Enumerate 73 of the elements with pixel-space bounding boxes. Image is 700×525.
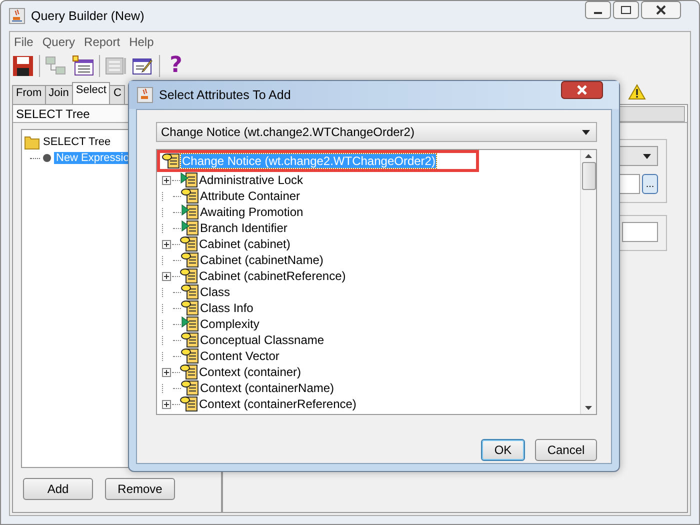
dialog-button[interactable]: OK	[481, 439, 525, 461]
expand-icon[interactable]	[162, 368, 171, 376]
attribute-icon	[180, 364, 198, 380]
tree-item[interactable]: Context (container)	[198, 365, 302, 379]
attribute-icon	[181, 300, 199, 316]
scroll-thumb[interactable]	[582, 162, 596, 190]
panel-button[interactable]: Add	[23, 478, 93, 500]
flagged-attribute-icon	[180, 172, 198, 188]
attribute-icon	[180, 236, 198, 252]
form-icon[interactable]	[72, 55, 94, 77]
dot-icon	[43, 154, 51, 162]
help-icon[interactable]: ?	[165, 55, 187, 77]
window-title: Query Builder (New)	[31, 9, 144, 23]
tree-item[interactable]: Content Vector	[199, 349, 280, 363]
tree-item[interactable]: Conceptual Classname	[199, 333, 326, 347]
tab[interactable]: Join	[44, 85, 73, 104]
tree-item[interactable]: Context (containerReference)	[198, 397, 358, 411]
tab[interactable]: C	[109, 85, 126, 104]
tree-item[interactable]: Cabinet (cabinetName)	[199, 253, 324, 267]
menu-item[interactable]: Query	[42, 35, 76, 49]
caret-icon	[643, 154, 651, 158]
attribute-icon	[181, 252, 199, 268]
attribute-icon	[181, 380, 199, 396]
tree-item[interactable]: Attribute Container	[199, 189, 302, 203]
scroll-down-icon[interactable]	[585, 406, 592, 410]
folder-icon	[24, 134, 40, 150]
close-icon[interactable]	[641, 1, 681, 19]
close-icon[interactable]	[561, 81, 603, 99]
cup-icon	[137, 87, 153, 103]
attribute-icon	[180, 396, 198, 412]
scroll-up-icon[interactable]	[585, 154, 592, 158]
menu-item[interactable]: File	[14, 35, 34, 49]
flagged-attribute-icon	[181, 316, 199, 332]
attribute-icon	[162, 153, 180, 169]
tree-item[interactable]: Class Info	[199, 301, 254, 315]
expand-icon[interactable]	[162, 272, 171, 280]
class-dropdown[interactable]: Change Notice (wt.change2.WTChangeOrder2)	[156, 122, 597, 142]
tree-item[interactable]: SELECT Tree	[43, 136, 111, 148]
expand-icon[interactable]	[162, 240, 171, 248]
warning-icon	[628, 84, 646, 100]
attribute-icon	[181, 284, 199, 300]
tab[interactable]: Select	[72, 82, 110, 104]
attribute-icon	[181, 188, 199, 204]
caret-icon	[582, 130, 590, 134]
attribute-icon	[180, 268, 198, 284]
tree-item[interactable]: Class	[199, 285, 232, 299]
panel-button[interactable]: Remove	[105, 478, 175, 500]
floppy-icon[interactable]	[12, 55, 34, 77]
dialog-title: Select Attributes To Add	[159, 88, 291, 102]
input-field[interactable]	[622, 222, 658, 242]
menu-item[interactable]: Report	[84, 35, 120, 49]
dialog-button[interactable]: Cancel	[535, 439, 597, 461]
flagged-attribute-icon	[181, 204, 199, 220]
panel-header: SELECT Tree	[16, 106, 90, 120]
flagged-attribute-icon	[181, 220, 199, 236]
tree-item[interactable]: Complexity	[199, 317, 260, 331]
attribute-icon	[181, 332, 199, 348]
tree-item[interactable]: Awaiting Promotion	[199, 205, 304, 219]
tab[interactable]: From	[12, 85, 46, 104]
tree-item[interactable]: Cabinet (cabinetReference)	[198, 269, 347, 283]
expand-icon[interactable]	[162, 400, 171, 408]
tree-item[interactable]: Branch Identifier	[199, 221, 288, 235]
tree-item[interactable]: Administrative Lock	[198, 173, 304, 187]
expand-icon[interactable]	[162, 176, 171, 184]
scrollbar[interactable]	[580, 150, 596, 414]
maximize-icon[interactable]	[613, 1, 639, 19]
browse-button[interactable]: ...	[642, 174, 658, 194]
tree-item[interactable]: Cabinet (cabinet)	[198, 237, 292, 251]
tree-item[interactable]: Context (containerName)	[199, 381, 336, 395]
attribute-icon	[181, 348, 199, 364]
cup-icon	[9, 8, 25, 24]
minimize-icon[interactable]	[585, 1, 611, 19]
menu-item[interactable]: Help	[129, 35, 154, 49]
